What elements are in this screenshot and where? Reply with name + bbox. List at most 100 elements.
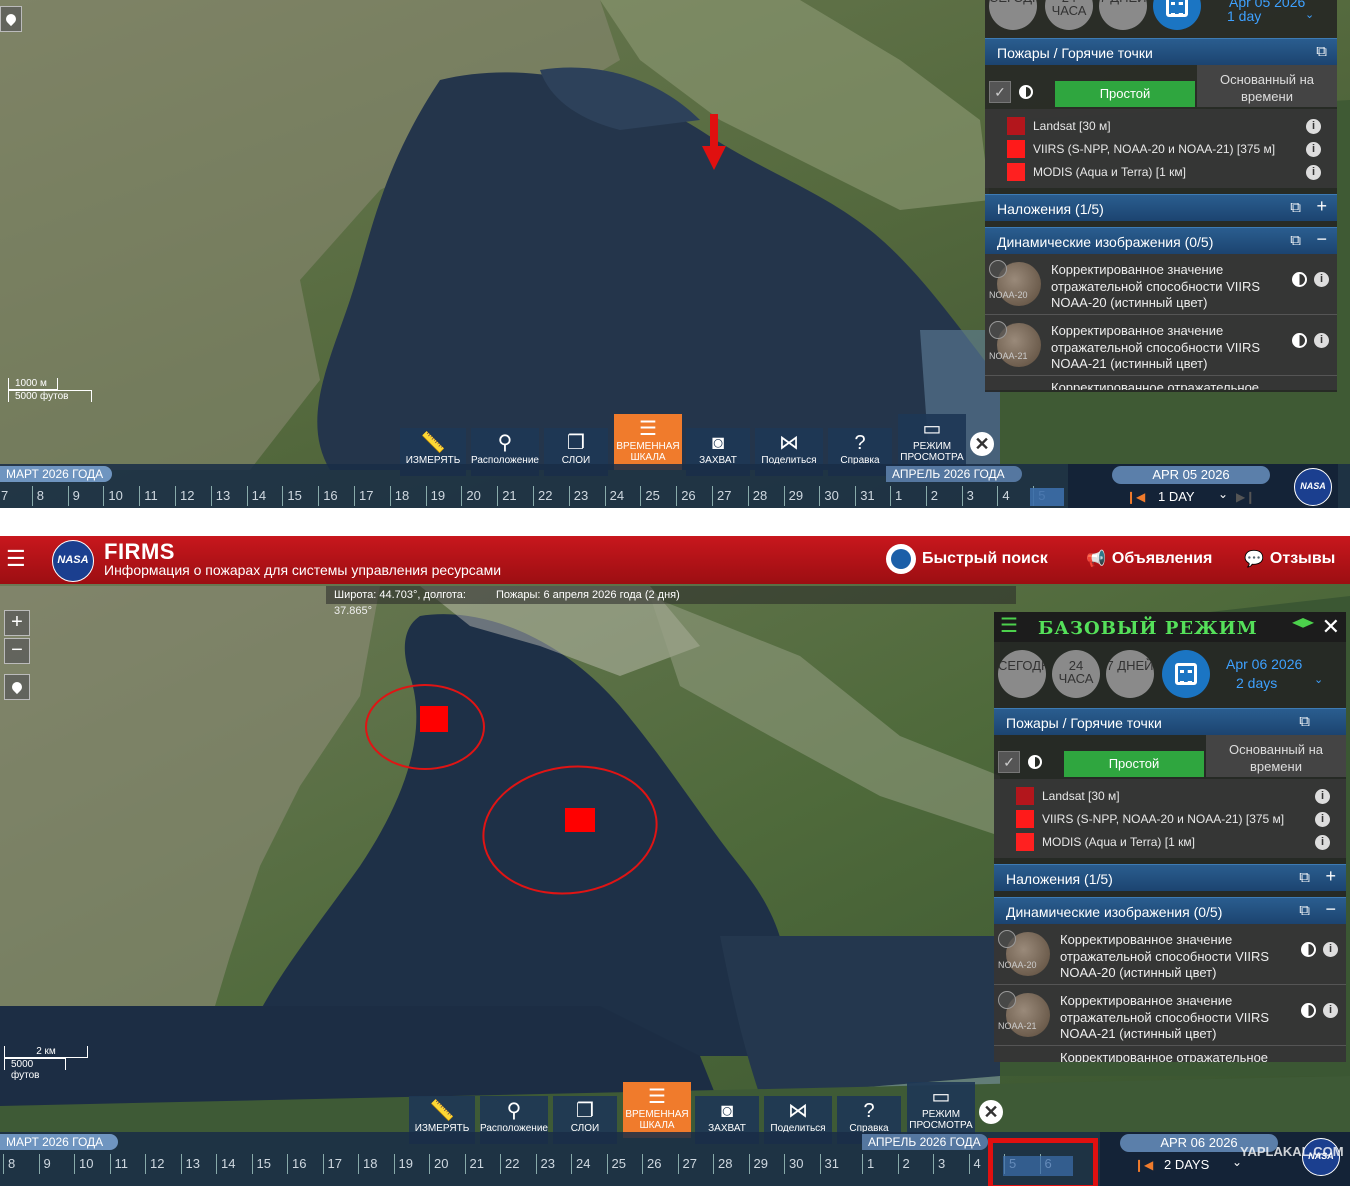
timeline-day-tick[interactable]: 15 — [251, 1154, 271, 1174]
timeline-day-tick[interactable]: 13 — [180, 1154, 200, 1174]
select-all-checkbox[interactable]: ✓ — [998, 751, 1020, 773]
timeline-day-tick[interactable]: 10 — [103, 486, 123, 506]
opacity-icon[interactable] — [1019, 85, 1033, 99]
timeline-interval[interactable]: 2 DAYS — [1164, 1157, 1209, 1172]
layer-checkbox[interactable] — [998, 991, 1016, 1009]
info-icon[interactable]: i — [1314, 333, 1329, 348]
timeline-day-tick[interactable]: 4 — [997, 486, 1010, 506]
today-button[interactable]: СЕГОДНЯ — [989, 0, 1037, 30]
layer-viirs[interactable]: VIIRS (S-NPP, NOAA-20 и NOAA-21) [375 м]… — [994, 808, 1346, 831]
timeline-day-tick[interactable]: 28 — [747, 486, 767, 506]
timeline-day-tick[interactable]: 18 — [358, 1154, 377, 1174]
timeline-day-tick[interactable]: 3 — [933, 1154, 945, 1174]
tab-time-based[interactable]: Основанный на времени — [1206, 735, 1346, 777]
timeline-day-tick[interactable]: 22 — [533, 486, 552, 506]
timeline-day-tick[interactable]: 23 — [535, 1154, 555, 1174]
overlays-section-header[interactable]: Наложения (1/5) ⧉ + — [994, 864, 1346, 891]
timeline-day-tick[interactable]: 19 — [393, 1154, 413, 1174]
timeline-day-tick[interactable]: 14 — [216, 1154, 235, 1174]
close-icon[interactable]: ✕ — [1322, 614, 1340, 640]
menu-icon[interactable]: ☰ — [1000, 616, 1018, 636]
info-icon[interactable]: i — [1315, 789, 1330, 804]
timeline-day-tick[interactable]: 15 — [282, 486, 302, 506]
fires-section-header[interactable]: Пожары / Горячие точки ⧉ — [994, 708, 1346, 735]
location-button[interactable] — [4, 674, 30, 700]
selected-day-range[interactable] — [1030, 488, 1064, 506]
timeline-day-tick[interactable]: 28 — [713, 1154, 732, 1174]
timeline-day-tick[interactable]: 26 — [676, 486, 696, 506]
dynamic-layer-partial[interactable]: Корректированное отражательное — [994, 1046, 1346, 1062]
timeline-day-tick[interactable]: 20 — [461, 486, 481, 506]
timeline-day-tick[interactable]: 14 — [246, 486, 266, 506]
dynamic-layer-noaa21[interactable]: NOAA-21 Корректированное значение отража… — [994, 985, 1346, 1046]
view-mode-button[interactable]: ▭ РЕЖИМ ПРОСМОТРА — [898, 414, 966, 470]
popout-icon[interactable]: ⧉ — [1299, 869, 1310, 886]
fire-hotspot[interactable] — [420, 706, 448, 732]
menu-icon[interactable]: ☰ — [6, 548, 26, 570]
popout-icon[interactable]: ⧉ — [1299, 713, 1310, 730]
timeline-day-tick[interactable]: 27 — [677, 1154, 697, 1174]
info-icon[interactable]: i — [1314, 272, 1329, 287]
info-icon[interactable]: i — [1323, 942, 1338, 957]
24h-button[interactable]: 24 ЧАСА — [1045, 0, 1093, 30]
timeline-day-tick[interactable]: 30 — [784, 1154, 803, 1174]
layer-viirs[interactable]: VIIRS (S-NPP, NOAA-20 и NOAA-21) [375 м]… — [985, 138, 1337, 161]
timeline-day-tick[interactable]: 20 — [429, 1154, 448, 1174]
timeline-day-tick[interactable]: 23 — [568, 486, 588, 506]
timeline-day-tick[interactable]: 19 — [425, 486, 445, 506]
info-icon[interactable]: i — [1306, 165, 1321, 180]
select-all-checkbox[interactable]: ✓ — [989, 81, 1011, 103]
timeline-day-tick[interactable]: 7 — [0, 486, 8, 506]
timeline-day-tick[interactable]: 25 — [606, 1154, 626, 1174]
timeline-day-tick[interactable]: 12 — [145, 1154, 164, 1174]
tab-simple[interactable]: Простой — [1055, 81, 1195, 107]
feedback-link[interactable]: 💬 Отзывы — [1244, 549, 1335, 569]
timeline-day-tick[interactable]: 29 — [748, 1154, 768, 1174]
layer-landsat[interactable]: Landsat [30 м] i — [994, 785, 1346, 808]
timeline-day-tick[interactable]: 1 — [862, 1154, 874, 1174]
timeline-day-tick[interactable]: 17 — [322, 1154, 342, 1174]
timeline-day-tick[interactable]: 11 — [139, 486, 158, 506]
expand-icon[interactable]: + — [1325, 866, 1336, 887]
step-back-icon[interactable]: ❙◀ — [1126, 490, 1145, 504]
opacity-icon[interactable] — [1292, 333, 1307, 348]
dynamic-section-header[interactable]: Динамические изображения (0/5) ⧉ − — [994, 897, 1346, 924]
timeline-interval[interactable]: 1 DAY — [1158, 489, 1195, 504]
timeline-day-tick[interactable]: 2 — [925, 486, 938, 506]
layer-modis[interactable]: MODIS (Aqua и Terra) [1 км] i — [985, 161, 1337, 184]
timeline-day-tick[interactable]: 12 — [175, 486, 194, 506]
tab-time-based[interactable]: Основанный на времени — [1197, 65, 1337, 107]
timeline-day-tick[interactable]: 22 — [500, 1154, 519, 1174]
dynamic-section-header[interactable]: Динамические изображения (0/5) ⧉ − — [985, 227, 1337, 254]
layer-landsat[interactable]: Landsat [30 м] i — [985, 115, 1337, 138]
timeline-day-tick[interactable]: 24 — [571, 1154, 590, 1174]
7d-button[interactable]: 7 ДНЕЙ — [1106, 650, 1154, 698]
dynamic-layer-partial[interactable]: Корректированное отражательное — [985, 376, 1337, 390]
opacity-icon[interactable] — [1301, 1003, 1316, 1018]
24h-button[interactable]: 24 ЧАСА — [1052, 650, 1100, 698]
timeline-day-tick[interactable]: 24 — [604, 486, 624, 506]
opacity-icon[interactable] — [1292, 272, 1307, 287]
timeline-day-tick[interactable]: 16 — [318, 486, 338, 506]
collapse-icon[interactable]: − — [1325, 899, 1336, 920]
dynamic-layer-noaa21[interactable]: NOAA-21 Корректированное значение отража… — [985, 315, 1337, 376]
timeline-button[interactable]: ☰ ВРЕМЕННАЯ ШКАЛА — [623, 1082, 691, 1138]
fires-section-header[interactable]: Пожары / Горячие точки ⧉ — [985, 38, 1337, 65]
fire-hotspot[interactable] — [565, 808, 595, 832]
step-back-icon[interactable]: ❙◀ — [1134, 1158, 1153, 1172]
date-range-select[interactable]: 1 day — [1227, 8, 1261, 24]
info-icon[interactable]: i — [1315, 835, 1330, 850]
popout-icon[interactable]: ⧉ — [1290, 232, 1301, 249]
info-icon[interactable]: i — [1315, 812, 1330, 827]
timeline-day-tick[interactable]: 8 — [31, 486, 44, 506]
overlays-section-header[interactable]: Наложения (1/5) ⧉ + — [985, 194, 1337, 221]
timeline-day-tick[interactable]: 4 — [968, 1154, 981, 1174]
today-button[interactable]: СЕГОДНЯ — [998, 650, 1046, 698]
timeline-day-tick[interactable]: 11 — [109, 1154, 128, 1174]
timeline-day-tick[interactable]: 16 — [287, 1154, 306, 1174]
timeline-button[interactable]: ☰ ВРЕМЕННАЯ ШКАЛА — [614, 414, 682, 470]
opacity-icon[interactable] — [1301, 942, 1316, 957]
calendar-button[interactable] — [1162, 650, 1210, 698]
timeline-day-tick[interactable]: 1 — [890, 486, 902, 506]
popout-icon[interactable]: ⧉ — [1299, 902, 1310, 919]
